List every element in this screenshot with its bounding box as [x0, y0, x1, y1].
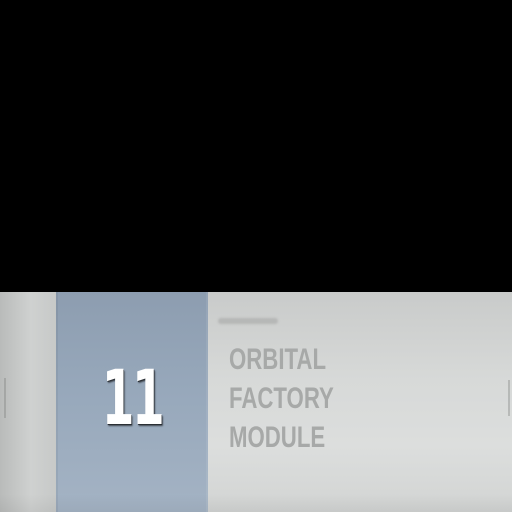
panel-smudge — [218, 318, 278, 324]
panel-left-strip — [0, 292, 56, 512]
module-name-line-1: ORBITAL — [229, 343, 327, 376]
game-screen: 11 ORBITAL FACTORY MODULE — [0, 0, 512, 512]
panel-bottom-shade — [0, 494, 512, 512]
black-space-area — [0, 0, 512, 292]
module-name-line-2: FACTORY — [229, 382, 334, 415]
module-name-line-3: MODULE — [229, 421, 326, 454]
panel-edge-mark — [508, 380, 510, 416]
module-sign-panel: 11 ORBITAL FACTORY MODULE — [0, 292, 512, 512]
module-name: ORBITAL FACTORY MODULE — [229, 340, 429, 457]
module-number: 11 — [101, 353, 165, 442]
module-number-block: 11 — [56, 292, 208, 512]
